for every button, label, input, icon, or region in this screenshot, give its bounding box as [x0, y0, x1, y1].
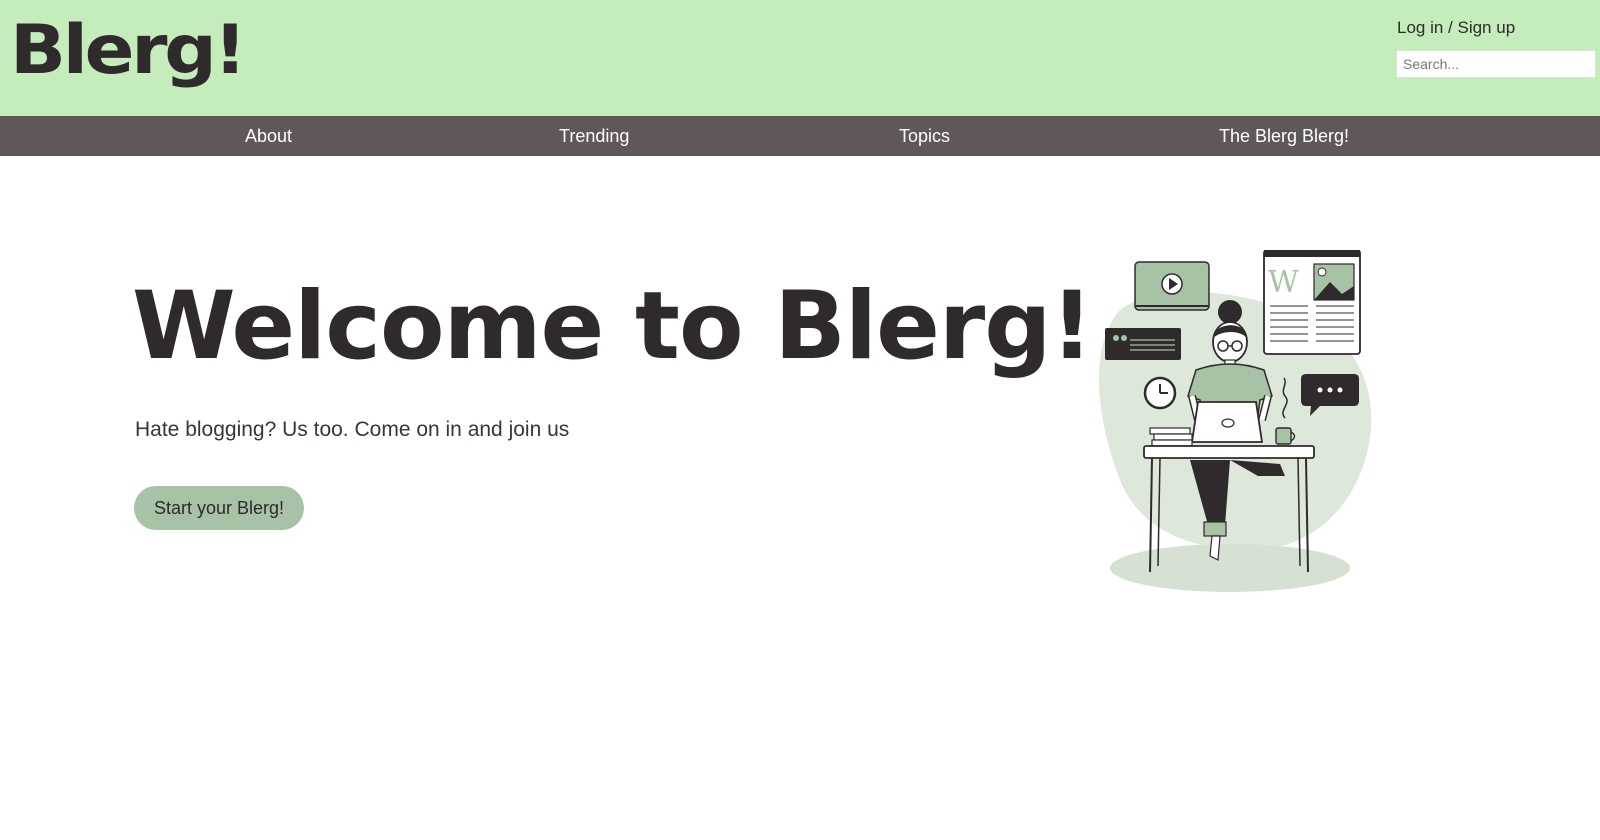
floor-shadow: [1110, 544, 1350, 592]
video-card-icon: [1134, 261, 1210, 311]
article-page-icon: W: [1263, 250, 1361, 355]
books-icon: [1149, 427, 1193, 447]
site-header: Blerg! Log in / Sign up: [0, 0, 1600, 116]
nav-item-topics[interactable]: Topics: [899, 116, 950, 156]
search-input[interactable]: [1396, 50, 1596, 78]
laptop-icon: [1190, 401, 1264, 443]
hero-subtitle: Hate blogging? Us too. Come on in and jo…: [135, 418, 570, 441]
clock-icon: [1143, 376, 1177, 410]
nav-item-trending[interactable]: Trending: [559, 116, 629, 156]
hero-title: Welcome to Blerg!: [132, 272, 1093, 381]
woman-blogging-illustration: W: [1099, 250, 1372, 592]
main-nav: About Trending Topics The Blerg Blerg!: [0, 116, 1600, 156]
nav-item-the-blerg-blerg[interactable]: The Blerg Blerg!: [1219, 116, 1349, 156]
message-card-icon: [1105, 328, 1181, 360]
start-blerg-button[interactable]: Start your Blerg!: [134, 486, 304, 530]
login-signup-link[interactable]: Log in / Sign up: [1397, 18, 1515, 38]
site-logo[interactable]: Blerg!: [10, 13, 247, 89]
nav-item-about[interactable]: About: [245, 116, 292, 156]
article-page-glyph: W: [1268, 265, 1299, 300]
